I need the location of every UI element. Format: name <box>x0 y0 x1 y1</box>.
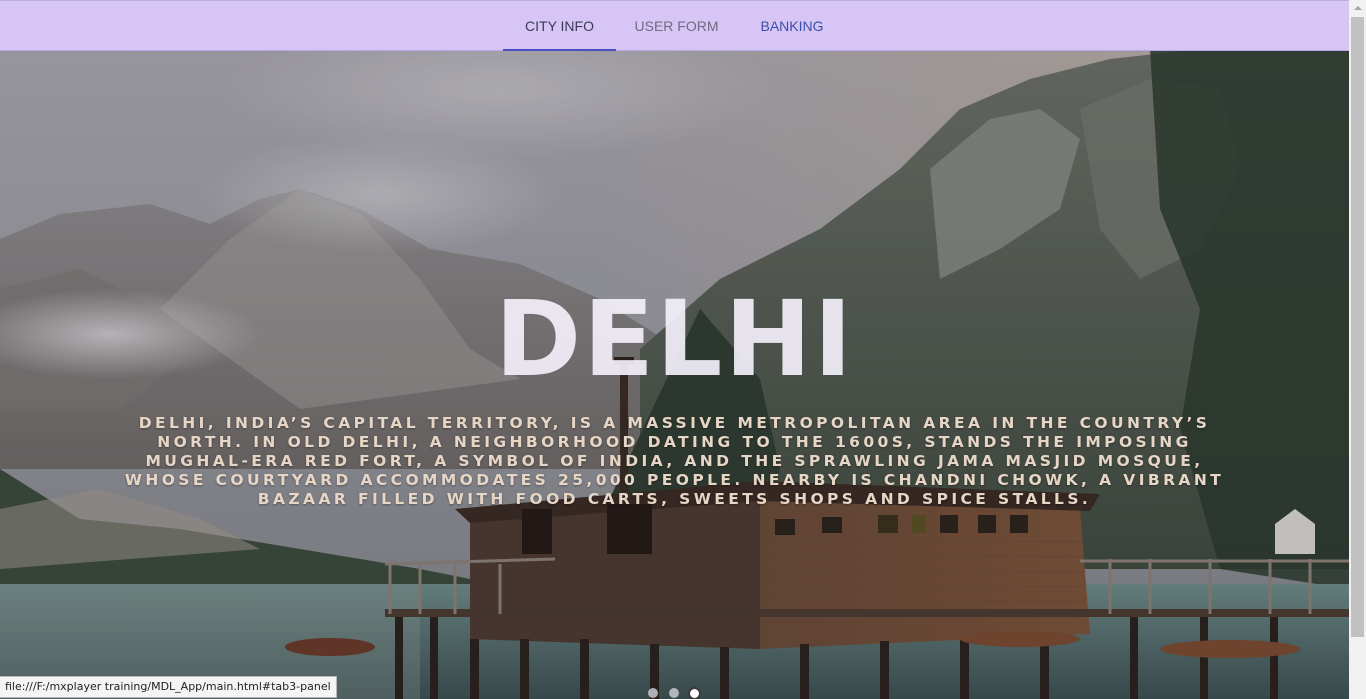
city-title: DELHI <box>494 278 855 400</box>
tab-bar: CITY INFO USER FORM BANKING <box>0 0 1349 51</box>
scroll-up-arrow-icon[interactable] <box>1349 0 1366 17</box>
city-description: Delhi, India’s capital territory, is a m… <box>124 414 1225 508</box>
carousel-dot-1[interactable] <box>648 688 658 698</box>
carousel-dot-3[interactable] <box>688 687 701 699</box>
tab-user-form[interactable]: USER FORM <box>624 1 729 50</box>
carousel-dot-2[interactable] <box>669 688 679 698</box>
vertical-scrollbar[interactable] <box>1349 0 1366 699</box>
tab-city-info[interactable]: CITY INFO <box>503 1 616 51</box>
scroll-thumb[interactable] <box>1351 17 1364 637</box>
status-bar-url: file:///F:/mxplayer training/MDL_App/mai… <box>0 676 337 698</box>
tab-banking[interactable]: BANKING <box>741 1 843 50</box>
app-viewport: CITY INFO USER FORM BANKING DELHI DELHI,… <box>0 0 1349 699</box>
